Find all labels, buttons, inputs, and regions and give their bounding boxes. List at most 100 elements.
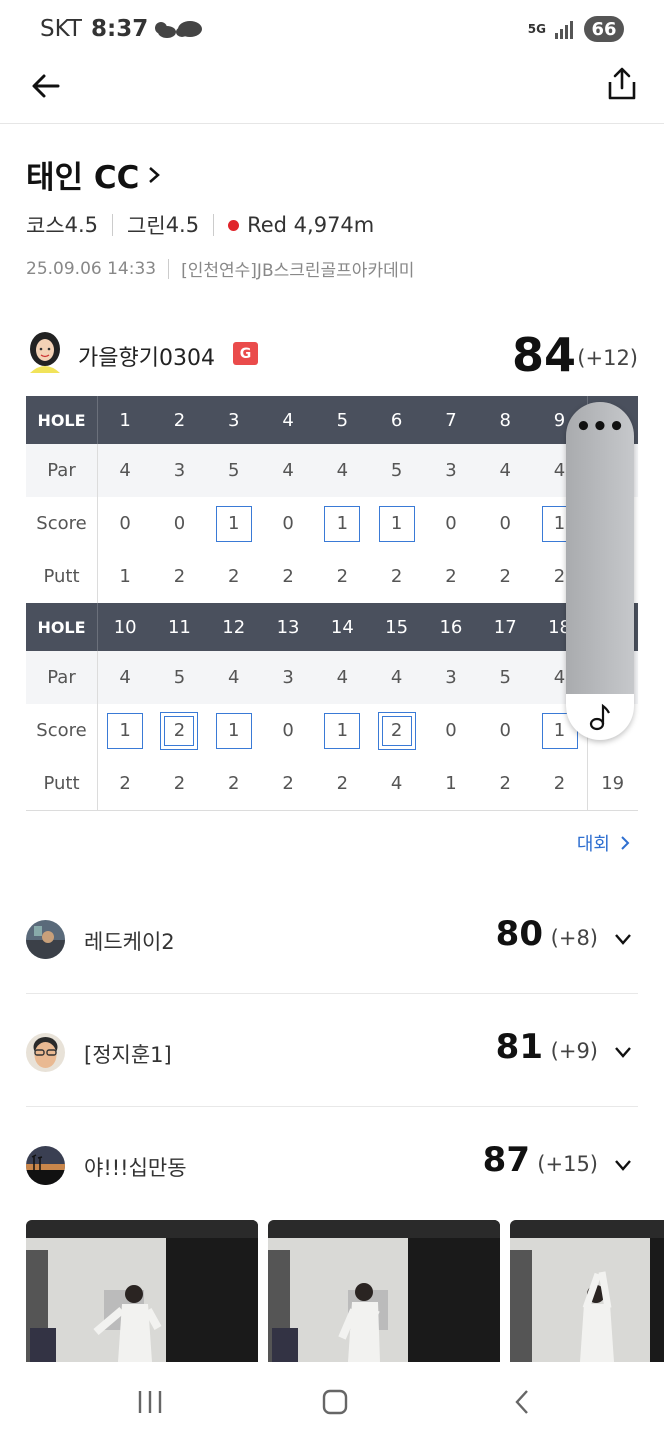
top-nav: [0, 58, 664, 124]
home-icon[interactable]: [322, 1388, 348, 1416]
score-value: 1: [369, 497, 423, 550]
putt-value: 1: [445, 773, 457, 794]
player-name: [정지훈1]: [84, 1043, 172, 1067]
more-icon[interactable]: •••: [566, 412, 634, 456]
hole-number: 11: [167, 616, 191, 638]
player-row[interactable]: 레드케이2 80 (+8): [26, 912, 638, 972]
system-nav-bar: [0, 1362, 664, 1440]
video-thumbnail[interactable]: [510, 1220, 664, 1362]
back-arrow-icon[interactable]: [28, 68, 64, 104]
hole-number: 1: [119, 409, 131, 431]
chevron-right-icon: [149, 166, 161, 183]
par-label: Par: [26, 651, 98, 704]
player-total-score: 81: [495, 1027, 543, 1067]
swing-video-thumbnails: [26, 1220, 664, 1362]
avatar: [26, 1146, 65, 1185]
hole-row: HOLE 10 11 12 13 14 15 16 17 18: [26, 603, 638, 651]
bogey-box: 1: [324, 505, 361, 542]
putt-value: 2: [445, 566, 457, 587]
par-value: 5: [173, 667, 186, 688]
score-value: 0: [478, 704, 532, 757]
video-thumbnail[interactable]: [268, 1220, 500, 1362]
par-row: Par 4 5 4 3 4 4 3 5 4: [26, 651, 638, 704]
hole-number: 6: [390, 409, 403, 431]
video-thumbnail[interactable]: [26, 1220, 258, 1362]
hole-number: 7: [445, 409, 457, 431]
score-value: 0: [98, 497, 152, 550]
scorecard-divider: [26, 810, 638, 811]
avatar: [30, 332, 60, 373]
putt-value: 2: [228, 566, 240, 587]
par-value: 4: [336, 460, 349, 481]
player-score-diff: (+9): [550, 1039, 598, 1063]
chevron-down-icon[interactable]: [614, 1045, 632, 1059]
score-value: 0: [152, 497, 206, 550]
par-value: 3: [445, 460, 457, 481]
venue-name: [인천연수]JB스크린골프아카데미: [181, 261, 415, 281]
course-name: 태인 CC: [26, 160, 140, 196]
score-text: 0: [119, 513, 131, 534]
hole-number: 5: [336, 409, 349, 431]
score-value: 1: [98, 704, 152, 757]
hole-number: 4: [282, 409, 294, 431]
divider: [112, 214, 114, 236]
hole-number: 17: [493, 616, 517, 638]
hole-number: 10: [113, 616, 137, 638]
player-total-score: 87: [482, 1140, 530, 1180]
hole-number: 14: [330, 616, 354, 638]
putt-value: 2: [282, 773, 294, 794]
share-icon[interactable]: [606, 66, 638, 102]
tee-info: Red 4,974m: [247, 213, 375, 237]
putt-value: 2: [390, 566, 403, 587]
score-text: 0: [445, 513, 457, 534]
score-text: 0: [499, 513, 511, 534]
bogey-box: 1: [107, 712, 144, 749]
battery-indicator: 66: [584, 16, 624, 42]
score-value: 2: [369, 704, 423, 757]
hole-number: 13: [276, 616, 300, 638]
score-text: 0: [445, 720, 457, 741]
score-text: 0: [282, 720, 294, 741]
par-value: 5: [499, 667, 511, 688]
par-value: 4: [228, 667, 240, 688]
putt-label: Putt: [26, 757, 98, 810]
score-value: 1: [207, 704, 261, 757]
bogey-box: 1: [378, 505, 415, 542]
hole-number: 3: [228, 409, 240, 431]
clock: 8:37: [91, 16, 149, 42]
putt-value: 1: [119, 566, 131, 587]
score-value: 0: [478, 497, 532, 550]
par-value: 4: [390, 667, 403, 688]
floating-panel[interactable]: •••: [566, 402, 634, 740]
back-icon[interactable]: [512, 1388, 532, 1416]
player-row[interactable]: 야!!!십만동 87 (+15): [26, 1138, 638, 1198]
carrier-label: SKT: [40, 16, 82, 42]
course-title-link[interactable]: 태인 CC: [26, 152, 161, 197]
putt-value: 2: [336, 566, 349, 587]
score-text: 2: [381, 715, 412, 746]
par-row: Par 4 3 5 4 4 5 3 4 4: [26, 444, 638, 497]
par-value: 3: [282, 667, 294, 688]
putt-value: 4: [390, 773, 403, 794]
putt-value: 2: [336, 773, 349, 794]
hole-number: 15: [385, 616, 409, 638]
score-value: 1: [207, 497, 261, 550]
signal-icon: [555, 21, 573, 39]
chevron-down-icon[interactable]: [614, 932, 632, 946]
chevron-down-icon[interactable]: [614, 1158, 632, 1172]
score-label: Score: [26, 497, 98, 550]
score-text: 0: [282, 513, 294, 534]
score-row: Score 1 2 1 0 1 2 0 0 1: [26, 704, 638, 757]
recent-apps-icon[interactable]: [136, 1388, 164, 1416]
score-text: 0: [173, 513, 186, 534]
chevron-right-icon: [621, 836, 630, 850]
divider: [168, 258, 170, 279]
status-bar: SKT 8:37 5G 66: [0, 0, 664, 58]
score-value: 0: [424, 497, 478, 550]
bogey-box: 1: [324, 712, 361, 749]
score-label: Score: [26, 704, 98, 757]
tournament-link-label: 대회: [576, 834, 610, 855]
player-row[interactable]: [정지훈1] 81 (+9): [26, 1025, 638, 1085]
hole-row: HOLE 1 2 3 4 5 6 7 8 9: [26, 396, 638, 444]
tournament-link[interactable]: 대회: [577, 830, 630, 856]
